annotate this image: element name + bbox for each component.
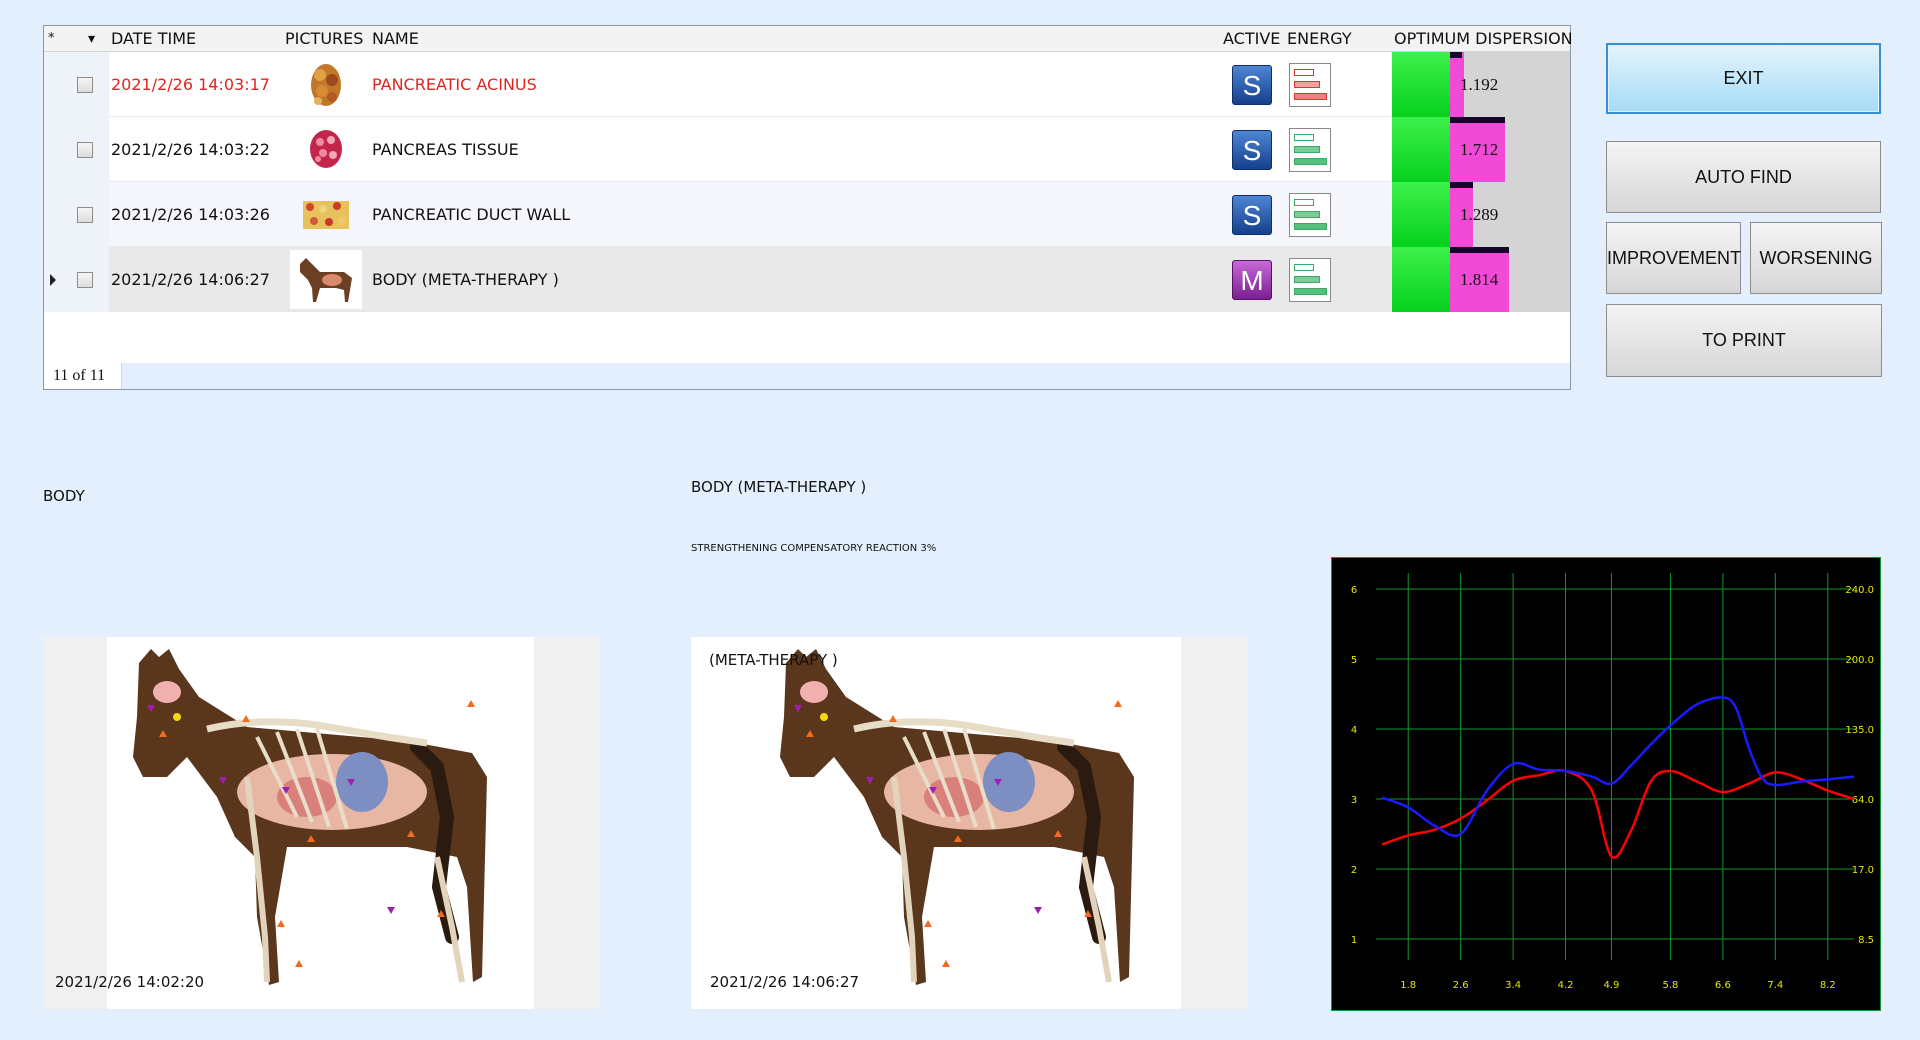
row-name: PANCREATIC ACINUS	[372, 75, 537, 94]
print-button[interactable]: TO PRINT	[1606, 304, 1882, 377]
x-tick-label: 4.9	[1603, 980, 1619, 991]
chart-canvas: 1.8 2.6 3.4 4.2 4.9 5.8 6.6 7.4 8.2 6 240.0 5 200.0 4…	[1351, 573, 1874, 991]
table-row[interactable]: 2021/2/26 14:03:22 PANCREAS TISSUE S 1.7…	[44, 117, 1570, 182]
active-s-icon[interactable]: S	[1232, 195, 1272, 235]
x-tick-label: 8.2	[1820, 980, 1836, 991]
dispersion-bar: 1.192	[1392, 52, 1570, 117]
column-name[interactable]: NAME	[372, 26, 419, 52]
x-tick-label: 4.2	[1558, 980, 1574, 991]
table-row[interactable]: 2021/2/26 14:03:26 PANCREATIC DUCT WALL …	[44, 182, 1570, 247]
pancreatic-duct-wall-thumbnail	[303, 201, 349, 229]
row-date: 2021/2/26 14:03:22	[111, 140, 270, 159]
column-pictures[interactable]: PICTURES	[285, 26, 363, 52]
pancreas-tissue-thumbnail	[310, 130, 342, 168]
dispersion-bar: 1.289	[1392, 182, 1570, 247]
current-row-pointer-icon	[50, 274, 56, 286]
y-left-tick-label: 4	[1351, 725, 1357, 736]
improvement-button[interactable]: IMPROVEMENT	[1606, 222, 1741, 294]
x-tick-label: 3.4	[1505, 980, 1521, 991]
sort-dropdown-icon[interactable]: ▾	[88, 26, 95, 52]
exit-button[interactable]: EXIT	[1606, 43, 1881, 114]
x-tick-label: 2.6	[1453, 980, 1469, 991]
record-counter: 11 of 11	[44, 363, 122, 389]
y-right-tick-label: 240.0	[1845, 585, 1874, 596]
dispersion-bar: 1.712	[1392, 117, 1570, 182]
x-tick-label: 5.8	[1662, 980, 1678, 991]
row-checkbox[interactable]	[77, 142, 93, 158]
left-panel-title: BODY	[43, 487, 85, 505]
y-right-tick-label: 64.0	[1852, 795, 1874, 806]
series-line-blue	[1381, 696, 1855, 838]
x-tick-label: 7.4	[1767, 980, 1783, 991]
line-chart: 1.8 2.6 3.4 4.2 4.9 5.8 6.6 7.4 8.2 6 240.0 5 200.0 4…	[1331, 557, 1881, 1011]
y-left-tick-label: 2	[1351, 865, 1357, 876]
energy-bars-icon	[1289, 63, 1331, 107]
column-energy[interactable]: ENERGY	[1287, 26, 1352, 52]
dispersion-value: 1.814	[1460, 270, 1499, 289]
horse-thumbnail	[290, 250, 362, 309]
y-right-tick-label: 135.0	[1845, 725, 1874, 736]
row-date: 2021/2/26 14:06:27	[111, 270, 270, 289]
worsening-button[interactable]: WORSENING	[1750, 222, 1882, 294]
energy-bars-icon	[1289, 258, 1331, 302]
horse-anatomy-image	[133, 649, 487, 985]
table-footer: 11 of 11	[44, 363, 1570, 389]
row-date: 2021/2/26 14:03:17	[111, 75, 270, 94]
table-row[interactable]: 2021/2/26 14:03:17 PANCREATIC ACINUS S 1…	[44, 52, 1570, 117]
row-checkbox[interactable]	[77, 77, 93, 93]
y-right-tick-label: 8.5	[1858, 935, 1874, 946]
energy-bars-icon	[1289, 128, 1331, 172]
y-left-tick-label: 6	[1351, 585, 1357, 596]
auto-find-button[interactable]: AUTO FIND	[1606, 141, 1881, 213]
column-date-time[interactable]: DATE TIME	[111, 26, 196, 52]
active-s-icon[interactable]: S	[1232, 130, 1272, 170]
active-m-icon[interactable]: M	[1232, 260, 1272, 300]
header-star: *	[48, 31, 55, 46]
pancreatic-acinus-thumbnail	[311, 64, 341, 106]
y-right-tick-label: 17.0	[1852, 865, 1874, 876]
meta-therapy-image-panel: (META-THERAPY ) 2021/2/26 14:06:27	[691, 637, 1247, 1009]
row-checkbox[interactable]	[77, 207, 93, 223]
x-tick-label: 1.8	[1400, 980, 1416, 991]
column-active[interactable]: ACTIVE	[1223, 26, 1280, 52]
results-table: * ▾ DATE TIME PICTURES NAME ACTIVE ENERG…	[43, 25, 1573, 390]
y-left-tick-label: 1	[1351, 935, 1357, 946]
body-image-panel: 2021/2/26 14:02:20	[43, 637, 599, 1009]
horse-anatomy-image	[780, 649, 1134, 985]
middle-image-timestamp: 2021/2/26 14:06:27	[710, 973, 860, 991]
energy-bars-icon	[1289, 193, 1331, 237]
x-tick-label: 6.6	[1715, 980, 1731, 991]
row-date: 2021/2/26 14:03:26	[111, 205, 270, 224]
table-header: * ▾ DATE TIME PICTURES NAME ACTIVE ENERG…	[44, 26, 1573, 52]
row-checkbox[interactable]	[77, 272, 93, 288]
dispersion-value: 1.289	[1460, 205, 1499, 224]
y-left-tick-label: 5	[1351, 655, 1357, 666]
compensatory-reaction-text: STRENGTHENING COMPENSATORY REACTION 3%	[691, 543, 937, 554]
active-s-icon[interactable]: S	[1232, 65, 1272, 105]
meta-therapy-image-title: (META-THERAPY )	[709, 651, 838, 669]
left-image-timestamp: 2021/2/26 14:02:20	[55, 973, 205, 991]
dispersion-bar: 1.814	[1392, 247, 1570, 312]
dispersion-value: 1.712	[1460, 140, 1499, 159]
row-name: BODY (META-THERAPY )	[372, 270, 559, 289]
y-right-tick-label: 200.0	[1845, 655, 1874, 666]
dispersion-value: 1.192	[1460, 75, 1499, 94]
row-name: PANCREAS TISSUE	[372, 140, 519, 159]
row-name: PANCREATIC DUCT WALL	[372, 205, 571, 224]
column-optimum-dispersion[interactable]: OPTIMUM DISPERSION	[1394, 26, 1573, 52]
table-row[interactable]: 2021/2/26 14:06:27 BODY (META-THERAPY ) …	[44, 247, 1570, 312]
middle-panel-title: BODY (META-THERAPY )	[691, 478, 867, 496]
y-left-tick-label: 3	[1351, 795, 1357, 806]
